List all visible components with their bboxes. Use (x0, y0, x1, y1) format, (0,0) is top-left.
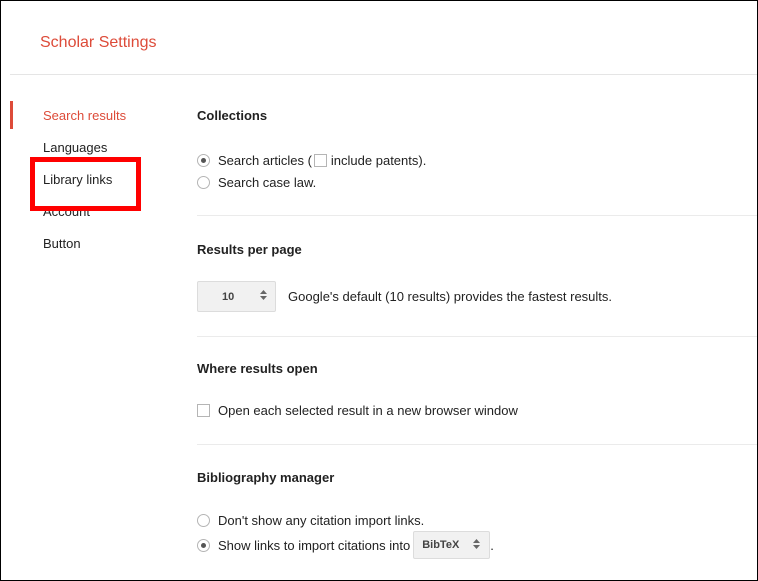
new-window-label: Open each selected result in a new brows… (218, 402, 518, 418)
citation-format-value: BibTeX (422, 539, 460, 551)
section-title-collections: Collections (197, 108, 268, 123)
option-search-articles: Search articles ( include patents). (197, 151, 426, 169)
citation-trailing-period: . (490, 537, 494, 553)
section-divider (197, 215, 757, 216)
page-title: Scholar Settings (40, 34, 157, 51)
sidebar-item-account[interactable]: Account (43, 204, 90, 219)
search-articles-radio[interactable] (197, 153, 210, 167)
option-no-citation-links: Don't show any citation import links. (197, 511, 424, 529)
section-divider (197, 336, 757, 337)
option-search-case-law: Search case law. (197, 173, 316, 191)
search-case-law-label: Search case law. (218, 174, 317, 190)
section-divider (197, 444, 757, 445)
updown-arrows-icon (260, 290, 267, 303)
option-show-citation-links: Show links to import citations into BibT… (197, 531, 494, 559)
include-patents-checkbox[interactable] (313, 153, 327, 167)
show-citation-links-radio[interactable] (197, 538, 210, 552)
results-per-page-note: Google's default (10 results) provides t… (288, 289, 613, 304)
active-nav-indicator (10, 101, 13, 129)
sidebar-item-search-results[interactable]: Search results (43, 108, 126, 123)
section-title-where-results-open: Where results open (197, 361, 318, 376)
option-new-window: Open each selected result in a new brows… (197, 401, 518, 419)
sidebar-item-languages[interactable]: Languages (43, 140, 107, 155)
results-per-page-value: 10 (222, 290, 235, 303)
sidebar-item-library-links[interactable]: Library links (43, 172, 112, 187)
section-title-results-per-page: Results per page (197, 242, 302, 257)
citation-format-select[interactable]: BibTeX (413, 531, 491, 559)
section-title-bibliography-manager: Bibliography manager (197, 470, 335, 485)
search-articles-label: Search articles ( (218, 152, 312, 168)
header-divider (10, 74, 757, 75)
show-citation-links-label: Show links to import citations into (218, 537, 411, 553)
no-citation-links-radio[interactable] (197, 513, 210, 527)
search-case-law-radio[interactable] (197, 175, 210, 189)
sidebar-item-button[interactable]: Button (43, 236, 81, 251)
no-citation-links-label: Don't show any citation import links. (218, 512, 425, 528)
updown-arrows-icon (473, 538, 481, 552)
include-patents-label: include patents). (330, 152, 427, 168)
new-window-checkbox[interactable] (197, 403, 210, 417)
results-per-page-select[interactable]: 10 (197, 281, 276, 312)
settings-page: Scholar Settings Search results Language… (0, 0, 758, 581)
